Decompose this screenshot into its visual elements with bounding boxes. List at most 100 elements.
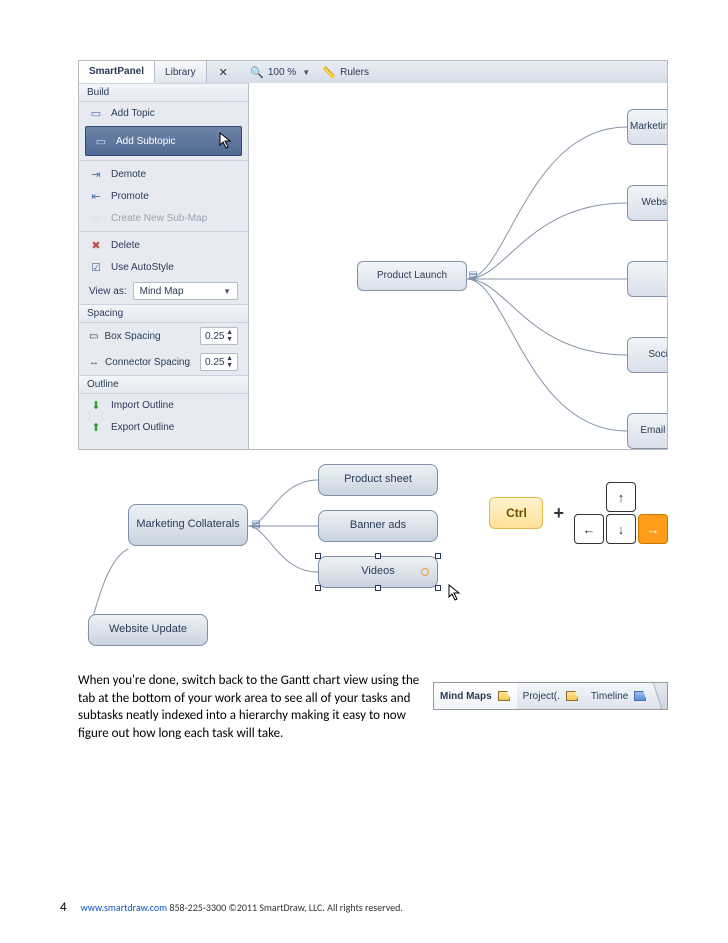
selection-handle[interactable] (375, 585, 381, 591)
plus-label: + (553, 503, 564, 524)
autostyle-label: Use AutoStyle (111, 262, 174, 273)
view-as-value: Mind Map (140, 286, 184, 297)
subtopic-icon: ▭ (94, 135, 108, 147)
delete-icon: ✖ (89, 239, 103, 251)
zoom-icon[interactable]: 🔍 (250, 65, 264, 79)
node-label: Marketing Collaterals (136, 518, 239, 531)
zoom-value[interactable]: 100 % (268, 67, 296, 78)
selection-handle[interactable] (315, 553, 321, 559)
screenshot-app-window: SmartPanel Library ✕ 🔍 100 % ▼ 📏 Rulers … (78, 60, 668, 450)
demote-icon: ⇥ (89, 168, 103, 180)
tab-smartpanel[interactable]: SmartPanel (79, 61, 155, 83)
mindmap-child-node[interactable]: Website Update (627, 185, 668, 221)
mindmap-child-node[interactable]: Social Media (627, 337, 668, 373)
tab-label: Project(. (523, 691, 560, 702)
add-topic-button[interactable]: ▭ Add Topic (79, 102, 248, 124)
rulers-label[interactable]: Rulers (340, 67, 369, 78)
connector-spacing-icon: ↔ (89, 357, 99, 368)
mindmap-canvas[interactable]: Product Launch ▤ Marketing Collaterals W… (249, 83, 667, 449)
add-handle-icon[interactable] (421, 568, 429, 576)
chevron-down-icon: ▼ (223, 287, 231, 296)
footer-link[interactable]: www.smartdraw.com (81, 901, 168, 914)
swatch-icon (566, 691, 578, 701)
topic-icon: ▭ (89, 107, 103, 119)
export-icon: ⬆ (89, 421, 103, 433)
node-website[interactable]: Website Update (88, 614, 208, 646)
view-as-select[interactable]: Mind Map ▼ (133, 282, 238, 300)
node-label: Social Media (648, 349, 668, 361)
delete-button[interactable]: ✖ Delete (79, 234, 248, 256)
page-footer: 4 www.smartdraw.com 858-225-3300 ©2011 S… (60, 900, 668, 915)
box-spacing-label: Box Spacing (104, 331, 160, 342)
node-child[interactable]: Product sheet (318, 464, 438, 496)
screenshot-subtopics: Marketing Collaterals ▤ Product sheet Ba… (78, 464, 668, 644)
stepper-icon: ▲▼ (226, 355, 233, 369)
box-spacing-row: ▭ Box Spacing 0.25 ▲▼ (79, 323, 248, 349)
node-marketing[interactable]: Marketing Collaterals ▤ (128, 504, 248, 546)
zoom-dropdown-icon[interactable]: ▼ (302, 68, 310, 77)
node-selected[interactable]: Videos (318, 556, 438, 588)
tab-label: Timeline (591, 691, 628, 702)
connector-spacing-label: Connector Spacing (105, 357, 190, 368)
group-outline: Outline (79, 375, 248, 394)
import-outline-button[interactable]: ⬇ Import Outline (79, 394, 248, 416)
cursor-icon (448, 584, 462, 605)
close-icon[interactable]: ✕ (213, 66, 234, 79)
page-number: 4 (60, 900, 67, 915)
checkbox-icon: ☑ (89, 261, 103, 273)
selection-handle[interactable] (375, 553, 381, 559)
tab-timeline[interactable]: Timeline (585, 683, 653, 709)
create-submap-button: ◌ Create New Sub-Map (79, 207, 248, 229)
selection-handle[interactable] (435, 585, 441, 591)
panel-tabbar: SmartPanel Library ✕ 🔍 100 % ▼ 📏 Rulers (79, 61, 667, 83)
connector-spacing-stepper[interactable]: 0.25 ▲▼ (200, 353, 238, 371)
mindmap-child-node[interactable]: PR (627, 261, 668, 297)
promote-icon: ⇤ (89, 190, 103, 202)
connector-lines (467, 119, 637, 439)
smartpanel: Build ▭ Add Topic ▭ Add Subtopic ⇥ Demot… (79, 83, 249, 449)
selection-handle[interactable] (315, 585, 321, 591)
demote-button[interactable]: ⇥ Demote (79, 163, 248, 185)
node-label: Marketing Collaterals (630, 121, 668, 133)
canvas-toolbar: 🔍 100 % ▼ 📏 Rulers (250, 65, 369, 79)
add-topic-label: Add Topic (111, 108, 155, 119)
add-subtopic-button[interactable]: ▭ Add Subtopic (85, 126, 242, 156)
demote-label: Demote (111, 169, 146, 180)
view-tabstrip: Mind Maps Project(. Timeline (433, 682, 668, 710)
connector-spacing-value: 0.25 (205, 357, 224, 368)
group-spacing: Spacing (79, 304, 248, 323)
ctrl-key: Ctrl (489, 497, 543, 529)
submap-icon: ◌ (89, 212, 103, 224)
swatch-icon (634, 691, 646, 701)
node-label: Website Update (109, 623, 187, 636)
mindmap-child-node[interactable]: Marketing Collaterals (627, 109, 668, 145)
node-label: Product Launch (377, 270, 447, 282)
cursor-icon (219, 132, 233, 150)
promote-label: Promote (111, 191, 149, 202)
mindmap-root-node[interactable]: Product Launch ▤ (357, 261, 467, 291)
node-label: Website Update (642, 197, 668, 209)
swatch-icon (498, 691, 510, 701)
tab-project[interactable]: Project(. (517, 683, 585, 709)
box-spacing-stepper[interactable]: 0.25 ▲▼ (200, 327, 238, 345)
keyboard-hint: Ctrl + ↑ ← ↓ → (489, 482, 668, 544)
selection-handle[interactable] (435, 553, 441, 559)
promote-button[interactable]: ⇤ Promote (79, 185, 248, 207)
autostyle-toggle[interactable]: ☑ Use AutoStyle (79, 256, 248, 278)
export-outline-label: Export Outline (111, 422, 174, 433)
node-label: Banner ads (350, 519, 406, 532)
box-spacing-value: 0.25 (205, 331, 224, 342)
body-paragraph: When you're done, switch back to the Gan… (78, 672, 423, 742)
node-label: Email Campaign (640, 425, 668, 437)
view-as-label: View as: (89, 286, 127, 297)
export-outline-button[interactable]: ⬆ Export Outline (79, 416, 248, 438)
tab-library[interactable]: Library (155, 61, 207, 83)
arrow-left-key: ← (574, 514, 604, 544)
connector-lines (248, 472, 328, 592)
rulers-icon[interactable]: 📏 (322, 65, 336, 79)
mindmap-child-node[interactable]: Email Campaign (627, 413, 668, 449)
box-spacing-icon: ▭ (89, 331, 98, 342)
import-icon: ⬇ (89, 399, 103, 411)
tab-mindmaps[interactable]: Mind Maps (434, 683, 517, 709)
node-child[interactable]: Banner ads (318, 510, 438, 542)
